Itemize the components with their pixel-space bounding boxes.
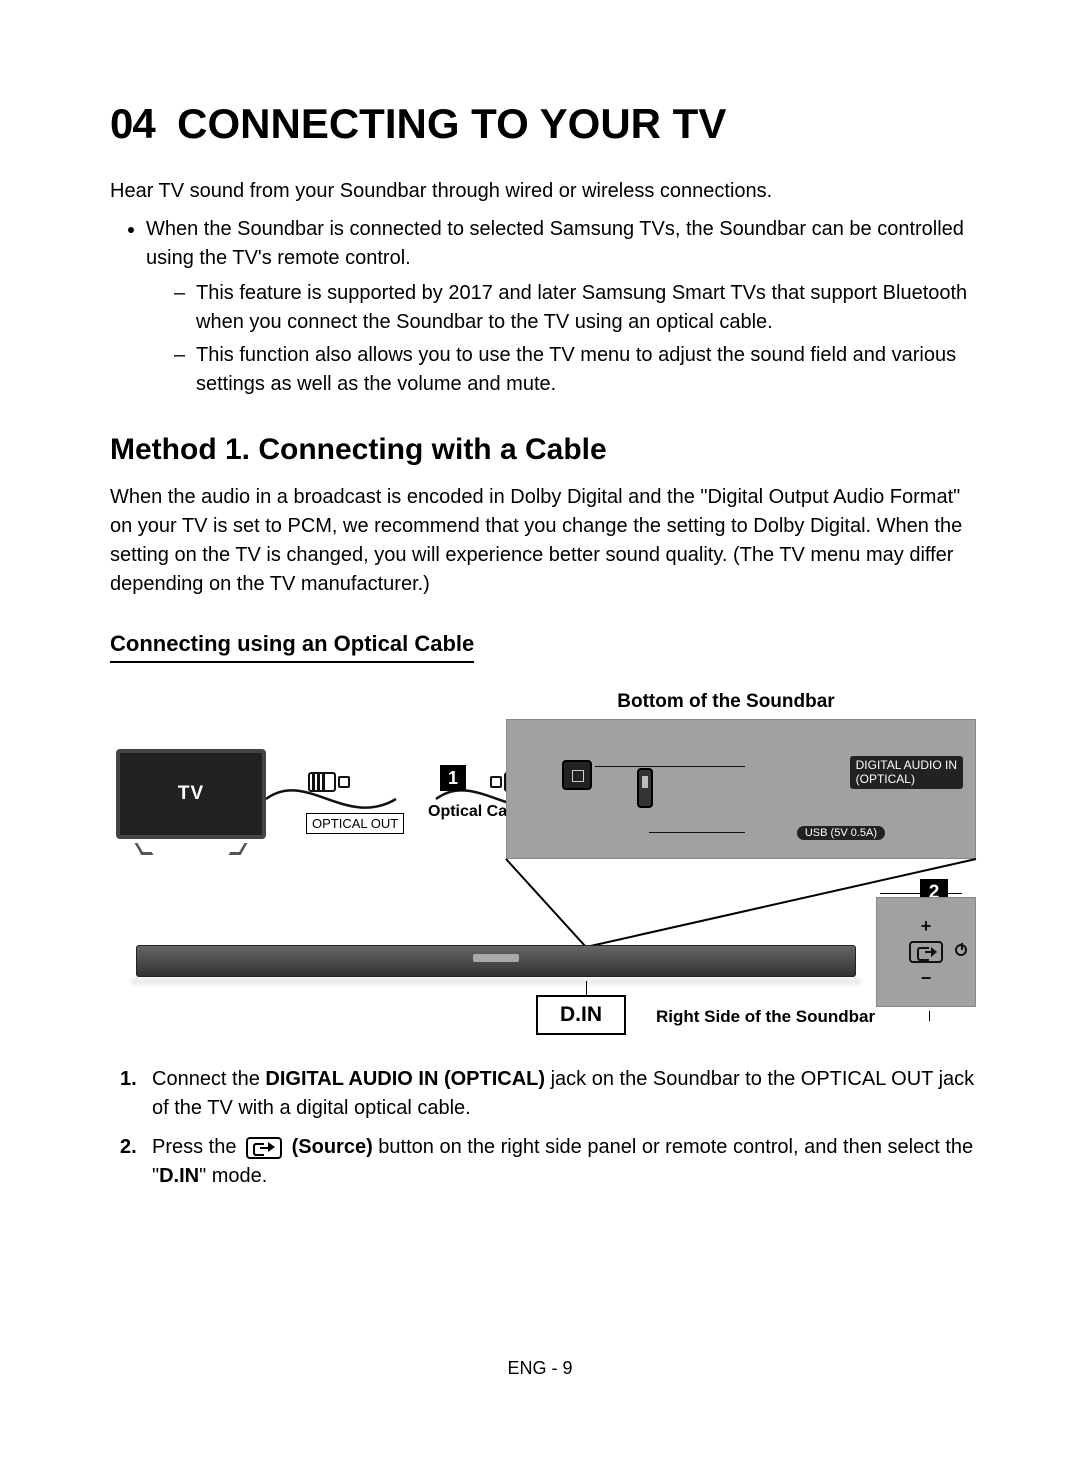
sub-bullet-item: This feature is supported by 2017 and la… [174, 279, 980, 337]
step-item: Press the (Source) button on the right s… [110, 1133, 980, 1191]
usb-port-icon [637, 768, 653, 808]
soundbar-icon [136, 945, 856, 977]
source-icon [246, 1137, 282, 1159]
page-footer: ENG - 9 [0, 1358, 1080, 1379]
sub-bullet-item: This function also allows you to use the… [174, 341, 980, 399]
din-mode-label: D.IN [536, 995, 626, 1035]
bullet-text: When the Soundbar is connected to select… [146, 218, 964, 269]
step-bold: (Source) [286, 1136, 373, 1158]
tv-label: TV [178, 783, 204, 805]
step-bold: D.IN [159, 1165, 199, 1187]
section-number: 04 [110, 100, 155, 148]
step-text: " mode. [199, 1165, 267, 1187]
step-item: Connect the DIGITAL AUDIO IN (OPTICAL) j… [110, 1065, 980, 1123]
bullet-item: When the Soundbar is connected to select… [146, 215, 980, 399]
tv-icon: TV [116, 749, 266, 853]
volume-up-icon: + [921, 917, 932, 935]
section-header: 04 CONNECTING TO YOUR TV [110, 100, 980, 148]
cable-plug-icon [298, 764, 354, 800]
source-button-icon [909, 941, 943, 963]
step-2-line [880, 893, 920, 894]
intro-text: Hear TV sound from your Soundbar through… [110, 178, 980, 205]
step-bold: DIGITAL AUDIO IN (OPTICAL) [265, 1068, 545, 1090]
usb-label: USB (5V 0.5A) [797, 826, 885, 840]
bullet-list: When the Soundbar is connected to select… [146, 215, 980, 399]
method-1-heading: Method 1. Connecting with a Cable [110, 433, 980, 467]
diagram-top-label: Bottom of the Soundbar [476, 691, 976, 713]
optical-out-label: OPTICAL OUT [306, 813, 404, 834]
section-title: CONNECTING TO YOUR TV [177, 100, 726, 148]
steps-list: Connect the DIGITAL AUDIO IN (OPTICAL) j… [110, 1065, 980, 1191]
step-1-marker: 1 [440, 765, 466, 791]
sub-heading: Connecting using an Optical Cable [110, 631, 474, 663]
method-1-body: When the audio in a broadcast is encoded… [110, 483, 980, 599]
optical-port-icon [562, 760, 592, 790]
volume-down-icon: − [921, 969, 932, 987]
step-text: Connect the [152, 1068, 265, 1090]
step-text: Press the [152, 1136, 242, 1158]
soundbar-bottom-panel: DIGITAL AUDIO IN (OPTICAL) USB (5V 0.5A) [506, 719, 976, 859]
right-side-label: Right Side of the Soundbar [656, 1007, 875, 1027]
soundbar-side-panel: + − [876, 897, 976, 1007]
digital-audio-in-label: DIGITAL AUDIO IN (OPTICAL) [850, 756, 963, 789]
connection-diagram: Bottom of the Soundbar TV OPTICAL OUT 1 … [116, 691, 976, 1029]
power-icon [955, 944, 967, 956]
sub-bullet-list: This feature is supported by 2017 and la… [174, 279, 980, 399]
